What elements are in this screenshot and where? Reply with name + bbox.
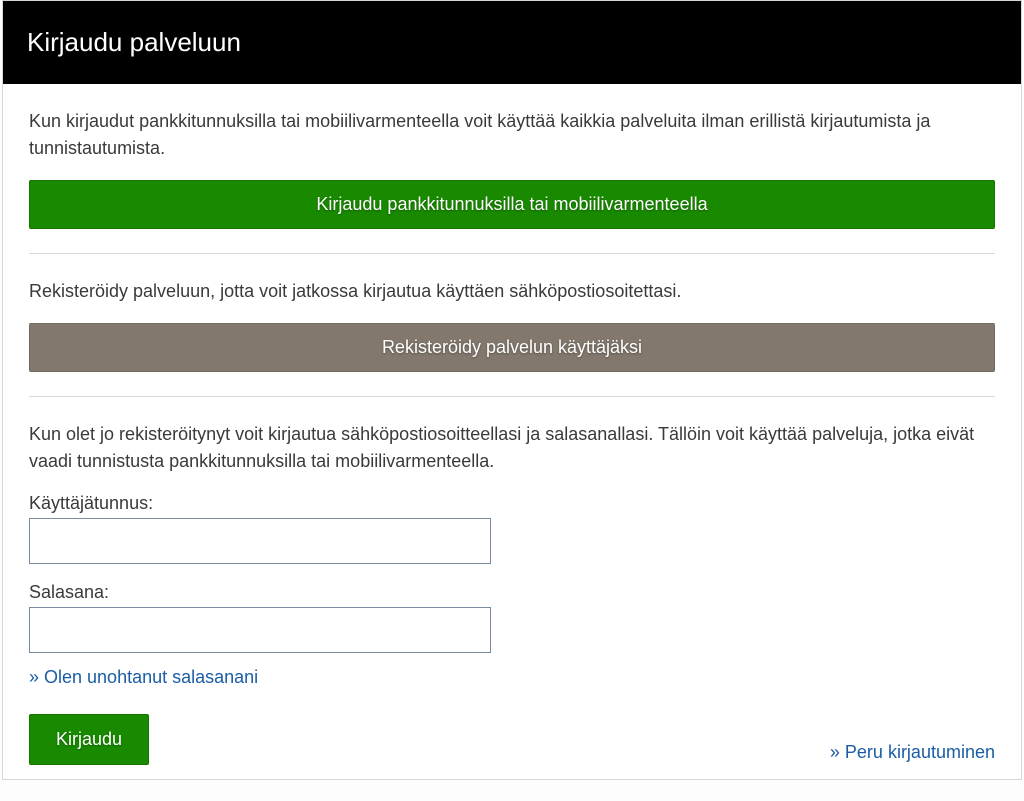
- page-title: Kirjaudu palveluun: [27, 27, 997, 58]
- username-label: Käyttäjätunnus:: [29, 493, 995, 514]
- password-input[interactable]: [29, 607, 491, 653]
- email-login-description: Kun olet jo rekisteröitynyt voit kirjaut…: [29, 421, 995, 475]
- register-description: Rekisteröidy palveluun, jotta voit jatko…: [29, 278, 995, 305]
- login-page: Kirjaudu palveluun Kun kirjaudut pankkit…: [2, 0, 1022, 780]
- form-footer: Kirjaudu » Peru kirjautuminen: [29, 714, 995, 765]
- bank-login-description: Kun kirjaudut pankkitunnuksilla tai mobi…: [29, 108, 995, 162]
- divider: [29, 396, 995, 397]
- register-button[interactable]: Rekisteröidy palvelun käyttäjäksi: [29, 323, 995, 372]
- password-group: Salasana:: [29, 582, 995, 653]
- page-header: Kirjaudu palveluun: [3, 1, 1021, 84]
- username-group: Käyttäjätunnus:: [29, 493, 995, 564]
- forgot-password-row: » Olen unohtanut salasanani: [29, 667, 995, 688]
- login-button[interactable]: Kirjaudu: [29, 714, 149, 765]
- username-input[interactable]: [29, 518, 491, 564]
- bank-login-button[interactable]: Kirjaudu pankkitunnuksilla tai mobiiliva…: [29, 180, 995, 229]
- cancel-login-link[interactable]: » Peru kirjautuminen: [830, 742, 995, 765]
- divider: [29, 253, 995, 254]
- page-content: Kun kirjaudut pankkitunnuksilla tai mobi…: [3, 84, 1021, 779]
- forgot-password-link[interactable]: » Olen unohtanut salasanani: [29, 667, 258, 687]
- password-label: Salasana:: [29, 582, 995, 603]
